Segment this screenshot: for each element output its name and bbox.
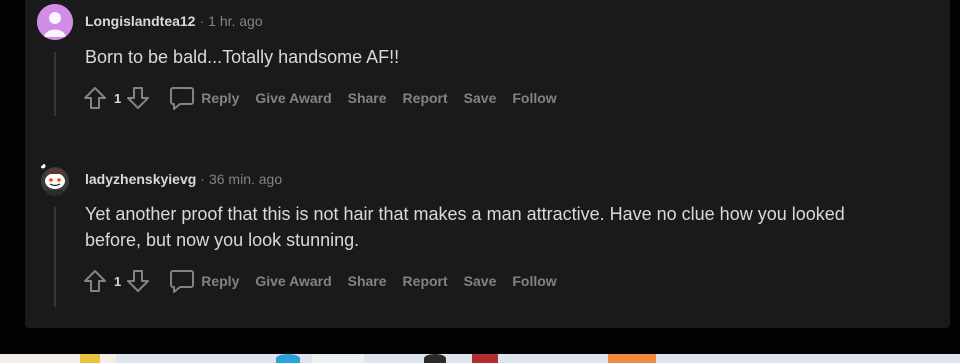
taskbar-app-icon[interactable] (80, 354, 100, 363)
vote-score: 1 (114, 273, 122, 289)
comment-time[interactable]: 36 min. ago (209, 171, 282, 187)
taskbar-app-icon[interactable] (276, 354, 300, 363)
downvote-button[interactable] (125, 85, 151, 111)
taskbar-app-icon[interactable] (424, 354, 446, 363)
follow-button[interactable]: Follow (504, 269, 564, 293)
comment-time[interactable]: 1 hr. ago (208, 13, 263, 29)
comment-bubble-icon (170, 270, 195, 293)
reply-label: Reply (201, 90, 240, 106)
comment-actions: 1 Reply Give Award Share Report Save Fol… (82, 266, 565, 296)
comment-bubble-icon (170, 87, 195, 110)
share-button[interactable]: Share (340, 86, 395, 110)
avatar-icon (37, 4, 73, 40)
give-award-button[interactable]: Give Award (247, 269, 339, 293)
upvote-icon (84, 270, 106, 292)
snoo-avatar-icon (37, 160, 73, 196)
comment-body: Yet another proof that this is not hair … (85, 204, 845, 250)
taskbar-strip (0, 354, 960, 363)
comment-body: Born to be bald...Totally handsome AF!! (85, 47, 400, 67)
meta-separator: · (200, 171, 205, 187)
upvote-button[interactable] (82, 85, 108, 111)
taskbar-app-icon[interactable] (312, 354, 364, 363)
avatar[interactable] (37, 160, 73, 196)
follow-button[interactable]: Follow (504, 86, 564, 110)
vote-score: 1 (114, 90, 122, 106)
report-button[interactable]: Report (395, 269, 456, 293)
comment-meta: ladyzhenskyievg · 36 min. ago (85, 171, 282, 187)
reply-button[interactable]: Reply (169, 269, 247, 293)
comment: ladyzhenskyievg · 36 min. ago Yet another … (25, 150, 950, 310)
taskbar-app-icon[interactable] (472, 354, 498, 363)
thread-line[interactable] (54, 207, 56, 307)
comment: Longislandtea12 · 1 hr. ago Born to be bal… (25, 0, 950, 128)
downvote-icon (127, 270, 150, 292)
upvote-button[interactable] (82, 268, 108, 294)
thread-line[interactable] (54, 52, 56, 116)
avatar[interactable] (37, 4, 73, 40)
comments-panel: Longislandtea12 · 1 hr. ago Born to be bal… (25, 0, 950, 328)
comment-author[interactable]: ladyzhenskyievg (85, 171, 196, 187)
save-button[interactable]: Save (456, 86, 505, 110)
downvote-icon (127, 87, 150, 109)
report-button[interactable]: Report (395, 86, 456, 110)
save-button[interactable]: Save (456, 269, 505, 293)
comment-meta: Longislandtea12 · 1 hr. ago (85, 13, 263, 29)
reply-label: Reply (201, 273, 240, 289)
reply-button[interactable]: Reply (169, 86, 247, 110)
comment-author[interactable]: Longislandtea12 (85, 13, 195, 29)
meta-separator: · (199, 13, 205, 29)
share-button[interactable]: Share (340, 269, 395, 293)
downvote-button[interactable] (125, 268, 151, 294)
give-award-button[interactable]: Give Award (247, 86, 339, 110)
taskbar-app-icon[interactable] (608, 354, 656, 363)
upvote-icon (84, 87, 106, 109)
comment-actions: 1 Reply Give Award Share Report Save Fol… (82, 83, 565, 113)
